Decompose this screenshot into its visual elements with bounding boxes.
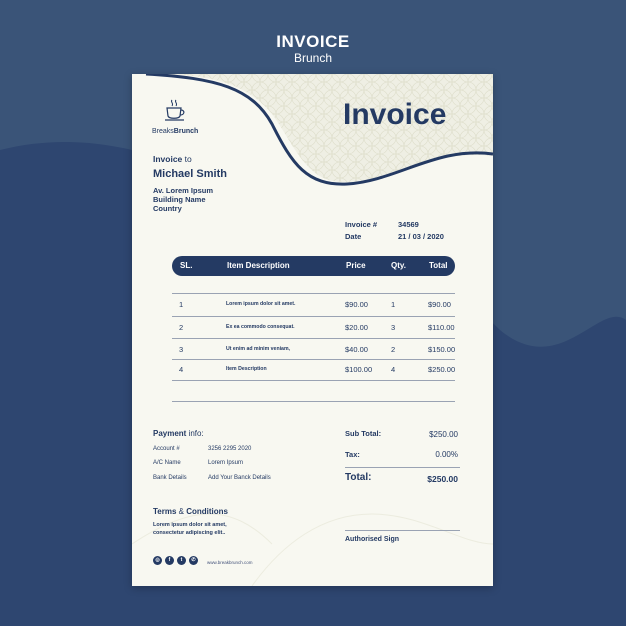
website-link[interactable]: www.breakbrunch.com	[207, 560, 253, 565]
address-line: Av. Lorem Ipsum	[153, 186, 214, 195]
divider	[172, 401, 455, 402]
instagram-icon[interactable]: ◎	[153, 556, 162, 565]
row-description: Item Description	[226, 366, 267, 372]
tax-label: Tax:	[345, 450, 360, 459]
total-label: Total:	[345, 472, 372, 483]
divider	[345, 467, 460, 468]
divider	[172, 359, 455, 360]
row-description: Lorem ipsum dolor sit amet.	[226, 301, 296, 307]
bank-details-value: Add Your Banck Details	[208, 475, 271, 481]
divider	[172, 380, 455, 381]
row-price: $40.00	[345, 345, 368, 354]
row-sl: 2	[179, 323, 184, 332]
date-label: Date	[345, 232, 362, 241]
row-total: $150.00	[428, 345, 456, 354]
terms-title: Terms & Conditions	[153, 507, 228, 516]
row-description: Ex ea commodo consequat.	[226, 324, 295, 330]
brand-name: BreaksBrunch	[152, 128, 199, 135]
invoice-title: Invoice	[343, 98, 447, 131]
header-sl: SL.	[180, 261, 193, 270]
address-line: Building Name	[153, 195, 206, 204]
row-sl: 3	[179, 345, 184, 354]
row-qty: 1	[391, 300, 396, 309]
header-total: Total	[429, 261, 448, 270]
invoice-sheet: Invoice BreaksBrunch Invoice to Michael …	[132, 74, 493, 586]
twitter-icon[interactable]: t	[177, 556, 186, 565]
row-price: $90.00	[345, 300, 368, 309]
row-description: Ut enim ad minim veniam,	[226, 346, 290, 352]
row-total: $250.00	[428, 365, 456, 374]
ac-name-label: A/C Name	[153, 460, 181, 466]
invoice-number-value: 34569	[398, 220, 419, 229]
invoice-to-label: Invoice to	[153, 154, 192, 164]
payment-info-title: Payment info:	[153, 429, 204, 438]
subtotal-label: Sub Total:	[345, 429, 382, 438]
bank-details-label: Bank Details	[153, 475, 187, 481]
terms-text: Lorem ipsum dolor sit amet, consectetur …	[153, 522, 227, 536]
date-value: 21 / 03 / 2020	[398, 232, 444, 241]
header-description: Item Description	[227, 261, 290, 270]
ac-name-value: Lorem Ipsum	[208, 460, 244, 466]
row-total: $110.00	[428, 323, 455, 332]
header-title: INVOICE	[276, 32, 350, 51]
header-qty: Qty.	[391, 261, 406, 270]
divider	[172, 338, 455, 339]
signature-line	[345, 530, 460, 531]
signature-label: Authorised Sign	[345, 536, 400, 543]
coffee-cup-icon	[165, 99, 185, 121]
tax-value: 0.00%	[435, 450, 458, 459]
row-sl: 4	[179, 365, 184, 374]
row-qty: 4	[391, 365, 396, 374]
header-price: Price	[346, 261, 366, 270]
account-value: 3256 2295 2020	[208, 446, 252, 452]
row-total: $90.00	[428, 300, 451, 309]
account-label: Account #	[153, 446, 180, 452]
client-name: Michael Smith	[153, 168, 227, 180]
header-subtitle: Brunch	[293, 51, 333, 65]
divider	[172, 316, 455, 317]
total-value: $250.00	[427, 474, 458, 484]
whatsapp-icon[interactable]: ✆	[189, 556, 198, 565]
facebook-icon[interactable]: f	[165, 556, 174, 565]
address-line: Country	[153, 204, 182, 213]
invoice-number-label: Invoice #	[345, 220, 378, 229]
row-qty: 3	[391, 323, 396, 332]
row-sl: 1	[179, 300, 184, 309]
row-qty: 2	[391, 345, 396, 354]
row-price: $100.00	[345, 365, 373, 374]
divider	[172, 293, 455, 294]
subtotal-value: $250.00	[429, 430, 458, 439]
row-price: $20.00	[345, 323, 368, 332]
table-header: SL. Item Description Price Qty. Total	[172, 256, 455, 276]
